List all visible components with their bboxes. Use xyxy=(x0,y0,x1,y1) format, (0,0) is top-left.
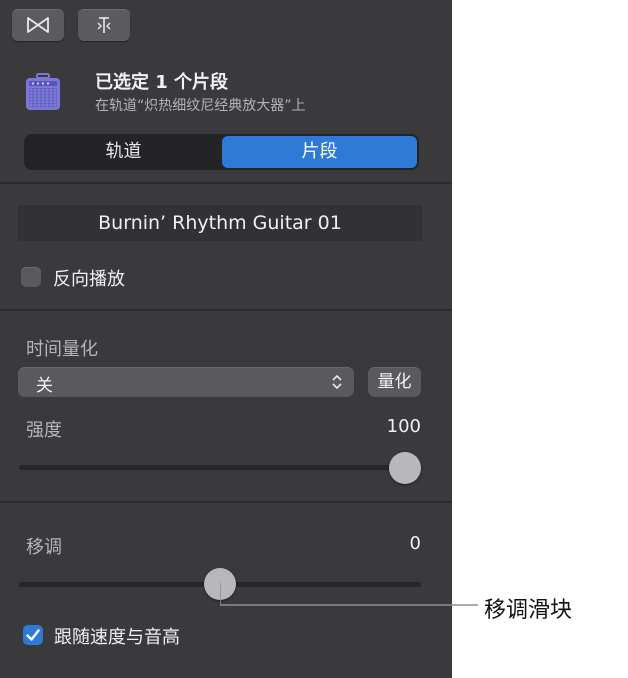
transpose-value: 0 xyxy=(409,533,421,554)
split-pin-icon xyxy=(97,17,111,33)
quantize-button[interactable]: 量化 xyxy=(368,367,421,397)
transpose-label: 移调 xyxy=(26,537,62,558)
divider xyxy=(0,501,452,503)
up-down-chevron-icon xyxy=(332,374,342,390)
strength-slider-track[interactable] xyxy=(19,465,421,470)
bowtie-icon xyxy=(27,17,49,33)
strength-slider-knob[interactable] xyxy=(389,452,421,484)
bowtie-button[interactable] xyxy=(12,9,64,41)
tab-region[interactable]: 片段 xyxy=(222,136,417,168)
callout-leader-line xyxy=(220,583,478,606)
divider xyxy=(0,309,452,311)
split-button[interactable] xyxy=(78,9,130,41)
checkmark-icon xyxy=(26,629,40,641)
strength-label: 强度 xyxy=(26,420,62,441)
reverse-playback-checkbox[interactable] xyxy=(21,267,41,287)
time-quantize-label: 时间量化 xyxy=(26,339,98,360)
callout-transpose-slider: 移调滑块 xyxy=(484,598,573,623)
header-title: 已选定 1 个片段 xyxy=(95,72,229,93)
track-region-tabs: 轨道 片段 xyxy=(24,134,419,170)
region-inspector-panel: 已选定 1 个片段 在轨道“炽热细纹尼经典放大器”上 轨道 片段 Burnin’… xyxy=(0,0,452,678)
strength-value: 100 xyxy=(386,416,421,437)
follow-tempo-pitch-checkbox[interactable] xyxy=(23,625,43,645)
divider xyxy=(0,182,452,184)
quantize-popup[interactable]: 关 xyxy=(18,367,354,397)
header-subtitle: 在轨道“炽热细纹尼经典放大器”上 xyxy=(95,98,306,114)
quantize-selected-value: 关 xyxy=(36,376,53,396)
reverse-playback-label: 反向播放 xyxy=(53,269,125,290)
tab-track[interactable]: 轨道 xyxy=(26,136,221,168)
region-name-field[interactable]: Burnin’ Rhythm Guitar 01 xyxy=(18,205,422,241)
amp-icon xyxy=(26,73,60,110)
follow-tempo-pitch-label: 跟随速度与音高 xyxy=(54,627,180,648)
